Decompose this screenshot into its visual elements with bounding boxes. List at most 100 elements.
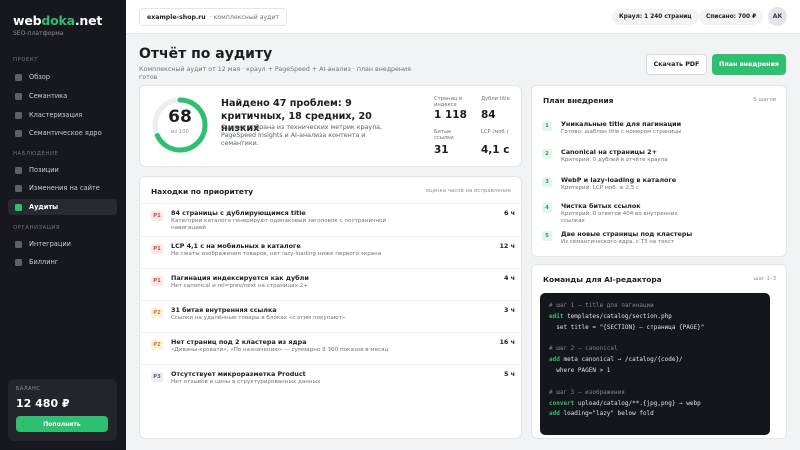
- sidebar-item-audits[interactable]: Аудиты: [8, 199, 117, 215]
- findings-card: Находки по приоритету оценка часов на ис…: [139, 176, 522, 439]
- finding-title: Пагинация индексируется как дубли: [171, 274, 309, 282]
- finding-description: Категории каталога генерируют одинаковый…: [171, 218, 387, 231]
- plan-step[interactable]: 4 Чистка битых ссылок Критерий: 0 ответо…: [533, 201, 776, 229]
- sidebar-item-integrations[interactable]: Интеграции: [8, 236, 117, 252]
- score-of: из 100: [171, 129, 189, 135]
- stat-label-duplicate-title: Дубли title: [481, 96, 510, 102]
- ai-editor-card: Команды для AI-редактора шаг 1–3 # шаг 1…: [531, 264, 787, 439]
- finding-description: Ссылки на удалённые товары в блоках «с э…: [171, 315, 346, 321]
- finding-title: LCP 4,1 с на мобильных в каталоге: [171, 242, 301, 250]
- semantics-icon: [15, 92, 22, 100]
- step-description: Критерий: LCP моб. ≤ 2,5 с: [561, 185, 640, 191]
- findings-title: Находки по приоритету: [151, 187, 254, 196]
- sidebar-item-billing[interactable]: Биллинг: [8, 254, 117, 270]
- audits-icon: [15, 203, 22, 211]
- step-title: Чистка битых ссылок: [561, 202, 641, 210]
- site-selector[interactable]: example-shop.ru · комплексный аудит: [139, 8, 288, 26]
- finding-description: «Диваны-кровати», «По назначению» — сумм…: [171, 347, 389, 353]
- balance-card: БАЛАНС 12 480 ₽ Пополнить: [8, 379, 117, 441]
- code-line: edit templates/catalog/section.php: [549, 312, 672, 320]
- plan-step[interactable]: 1 Уникальные title для пагинации Готово:…: [533, 119, 776, 147]
- finding-title: 84 страницы с дублирующимся title: [171, 209, 306, 217]
- finding-description: Нет canonical и rel=prev/next на страниц…: [171, 283, 308, 289]
- step-number: 1: [542, 121, 552, 131]
- site-description: · комплексный аудит: [209, 13, 280, 21]
- sidebar-item-semantic-core[interactable]: Семантическое ядро: [8, 125, 117, 141]
- priority-badge: P1: [151, 244, 163, 254]
- sidebar-item-overview[interactable]: Обзор: [8, 69, 117, 85]
- overview-icon: [15, 73, 22, 81]
- code-line: where PAGEN > 1: [549, 367, 611, 375]
- findings-meta: оценка часов на исправление: [425, 188, 511, 194]
- billing-icon: [15, 258, 22, 266]
- step-title: Уникальные title для пагинации: [561, 120, 682, 128]
- finding-hours: 5 ч: [503, 370, 515, 378]
- code-line: add meta canonical → /catalog/{code}/: [549, 356, 683, 364]
- finding-row[interactable]: P3 Отсутствует микроразметка Product Нет…: [141, 364, 521, 396]
- plan-step[interactable]: 2 Canonical на страницы 2+ Критерий: 0 д…: [533, 147, 776, 175]
- finding-row[interactable]: P1 84 страницы с дублирующимся title Кат…: [141, 203, 521, 236]
- sidebar-item-site-changes[interactable]: Изменения на сайте: [8, 180, 117, 196]
- step-description: Готово: шаблон title с номером страницы: [561, 129, 682, 135]
- charged-chip: Списано: 700 ₽: [699, 9, 764, 25]
- plan-step[interactable]: 5 Две новые страницы под кластеры Из сем…: [533, 229, 776, 255]
- ai-editor-meta: шаг 1–3: [753, 276, 776, 282]
- code-line: add loading="lazy" below fold: [549, 410, 654, 418]
- page-title: Отчёт по аудиту: [139, 46, 273, 62]
- stat-value-broken-links: 31: [434, 144, 449, 156]
- finding-title: Отсутствует микроразметка Product: [171, 370, 306, 378]
- clustering-icon: [15, 111, 22, 119]
- priority-badge: P2: [151, 340, 163, 350]
- logo[interactable]: webdoka.net: [13, 13, 102, 28]
- site-changes-icon: [15, 184, 22, 192]
- code-line: set title = "{SECTION} — страница {PAGE}…: [549, 323, 705, 331]
- step-description: Критерий: 0 дублей в отчёте краула: [561, 157, 668, 163]
- priority-badge: P3: [151, 372, 163, 382]
- nav-section-monitoring: НАБЛЮДЕНИЕ: [13, 151, 59, 157]
- summary-description: Оценка собрана из технических метрик кра…: [221, 124, 382, 148]
- finding-description: Не сжаты изображения товаров, нет lazy-l…: [171, 251, 382, 257]
- semantic-core-icon: [15, 129, 22, 137]
- finding-title: 31 битая внутренняя ссылка: [171, 306, 277, 314]
- finding-row[interactable]: P2 Нет страниц под 2 кластера из ядра «Д…: [141, 332, 521, 364]
- plan-step[interactable]: 3 WebP и lazy-loading в каталоге Критери…: [533, 175, 776, 203]
- positions-icon: [15, 166, 22, 174]
- balance-label: БАЛАНС: [16, 386, 41, 392]
- nav-section-project: ПРОЕКТ: [13, 57, 39, 63]
- finding-row[interactable]: P1 LCP 4,1 с на мобильных в каталоге Не …: [141, 236, 521, 268]
- finding-hours: 3 ч: [503, 306, 515, 314]
- download-pdf-button[interactable]: Скачать PDF: [646, 54, 707, 75]
- priority-badge: P1: [151, 276, 163, 286]
- code-line: convert upload/catalog/**.{jpg,png} → we…: [549, 399, 701, 407]
- code-comment: # шаг 1 — title для пагинации: [549, 302, 654, 309]
- sidebar-item-clustering[interactable]: Кластеризация: [8, 107, 117, 123]
- sidebar: webdoka.net SEO-платформа ПРОЕКТ Обзор С…: [0, 0, 126, 450]
- sidebar-item-positions[interactable]: Позиции: [8, 162, 117, 178]
- finding-row[interactable]: P2 31 битая внутренняя ссылка Ссылки на …: [141, 300, 521, 332]
- implementation-plan-button[interactable]: План внедрения: [712, 54, 786, 75]
- stat-value-duplicate-title: 84: [481, 109, 496, 121]
- stat-label-broken-links: Битые ссылки: [434, 129, 454, 141]
- finding-title: Нет страниц под 2 кластера из ядра: [171, 338, 307, 346]
- step-title: Две новые страницы под кластеры: [561, 230, 693, 238]
- code-blank: [549, 334, 761, 345]
- avatar[interactable]: АК: [768, 7, 787, 26]
- stat-label-indexed: Страниц в индексе: [434, 96, 463, 108]
- step-description: Из семантического ядра, с ТЗ на текст: [561, 239, 675, 245]
- step-description: Критерий: 0 ответов 404 во внутренних сс…: [561, 211, 678, 224]
- topup-button[interactable]: Пополнить: [16, 416, 108, 432]
- score-value: 68: [168, 107, 192, 127]
- priority-badge: P1: [151, 211, 163, 221]
- stat-value-lcp: 4,1 с: [481, 144, 510, 156]
- plan-title: План внедрения: [543, 96, 614, 105]
- sidebar-item-semantics[interactable]: Семантика: [8, 88, 117, 104]
- page-subtitle: Комплексный аудит от 12 мая · краул + Pa…: [139, 66, 411, 81]
- finding-description: Нет отзывов и цены в структурированных д…: [171, 379, 321, 385]
- summary-card: 68 из 100 Найдено 47 проблем: 9 критичны…: [139, 85, 522, 167]
- code-blank: [549, 377, 761, 388]
- code-block[interactable]: # шаг 1 — title для пагинации edit templ…: [540, 293, 770, 435]
- plan-meta: 5 шагов: [753, 97, 776, 103]
- step-title: Canonical на страницы 2+: [561, 148, 657, 156]
- crawl-chip: Краул: 1 240 страниц: [612, 9, 699, 25]
- finding-row[interactable]: P1 Пагинация индексируется как дубли Нет…: [141, 268, 521, 300]
